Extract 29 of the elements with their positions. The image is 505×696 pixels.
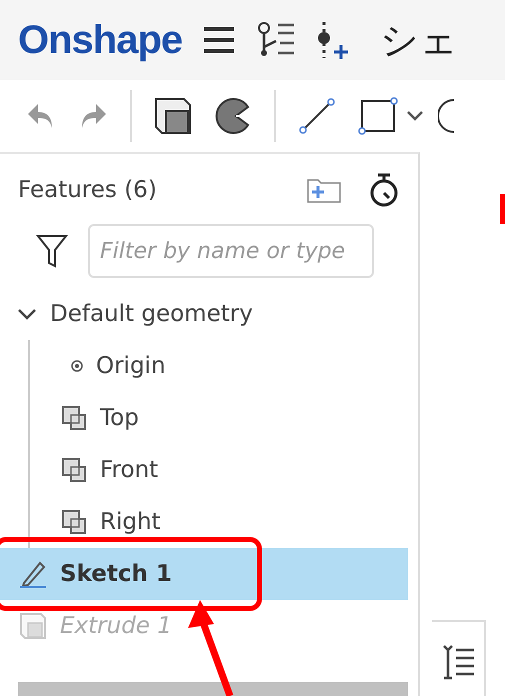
- document-title: シェ: [380, 16, 458, 64]
- panel-title: Features (6): [18, 177, 158, 203]
- insert-icon[interactable]: [316, 20, 350, 60]
- tree-row[interactable]: Origin: [30, 340, 172, 392]
- tree-row[interactable]: Default geometry: [0, 288, 259, 340]
- plane-icon: [60, 404, 88, 432]
- menu-icon[interactable]: [202, 25, 236, 55]
- extrude-icon[interactable]: [154, 97, 192, 135]
- dropdown-icon[interactable]: [406, 109, 424, 123]
- revolve-icon[interactable]: [214, 97, 252, 135]
- stopwatch-icon[interactable]: [368, 172, 400, 208]
- line-icon[interactable]: [298, 97, 336, 135]
- filter-field[interactable]: Filter by name or type: [88, 224, 374, 278]
- pencil-icon: [18, 559, 48, 589]
- origin-icon: [70, 359, 84, 373]
- logo[interactable]: Onshape: [18, 18, 182, 62]
- selected-tree-row[interactable]: Sketch 1: [0, 548, 408, 600]
- scrollbar[interactable]: [18, 682, 408, 696]
- plane-icon: [60, 456, 88, 484]
- tree-row[interactable]: Front: [30, 444, 164, 496]
- tree-row[interactable]: Right: [30, 496, 167, 548]
- feature-list-tab[interactable]: [432, 620, 486, 696]
- rectangle-icon[interactable]: [358, 97, 398, 135]
- plane-icon: [60, 508, 88, 536]
- list-icon: [440, 644, 476, 680]
- tree-row[interactable]: Top: [30, 392, 145, 444]
- extrude-icon: [18, 611, 48, 641]
- filter-icon[interactable]: [36, 234, 68, 268]
- feature-list-icon[interactable]: [256, 21, 296, 59]
